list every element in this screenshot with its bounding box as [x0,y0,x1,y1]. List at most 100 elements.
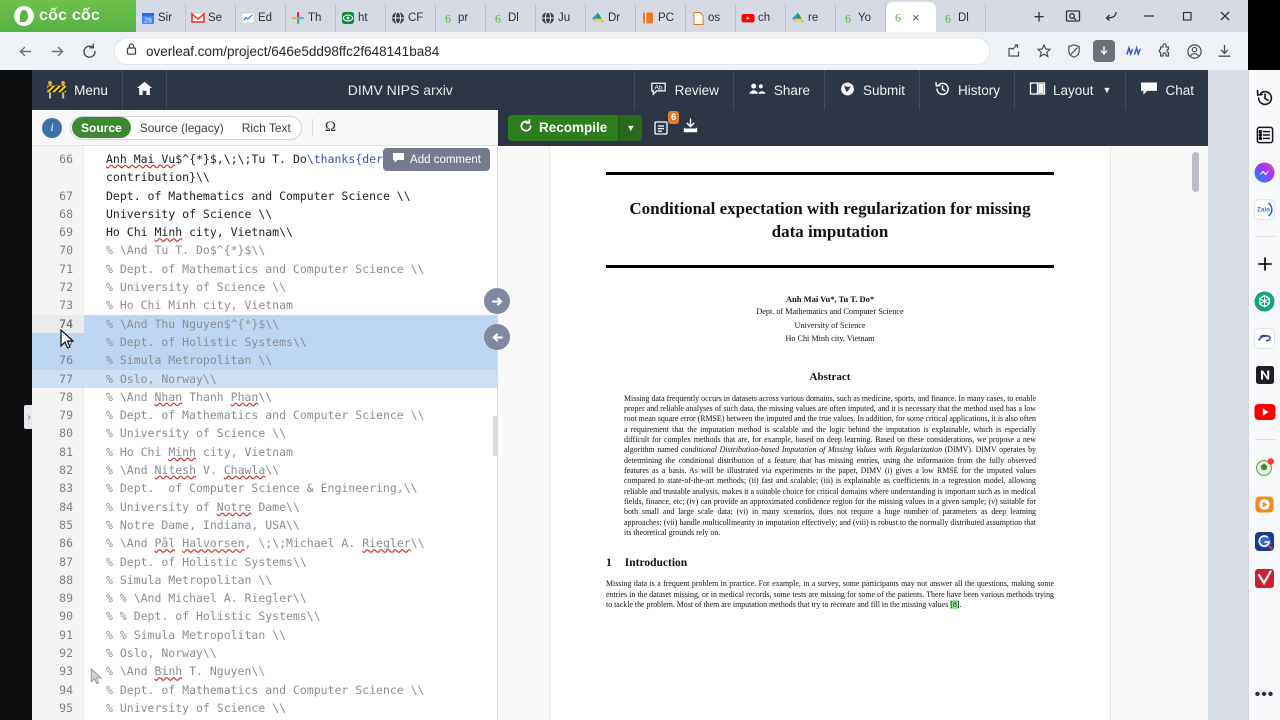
add-app-icon[interactable] [1253,252,1277,276]
profile-icon[interactable] [1180,36,1208,66]
recompile-main[interactable]: Recompile [508,114,619,141]
add-comment-tooltip[interactable]: Add comment [383,148,490,171]
recompile-button[interactable]: Recompile ▼ [508,114,643,141]
action-share-button[interactable]: Share [732,70,824,110]
code-line[interactable]: 77 % Oslo, Norway\\ [32,369,497,388]
code-line[interactable]: contribution}\\ [32,168,497,186]
pdf-scrollbar[interactable] [1192,152,1199,192]
shield-icon[interactable] [1060,36,1088,66]
code-editor[interactable]: 66 Anh Mai Vu$^{*}$,\;\;Tu T. Do\thanks{d… [32,146,498,720]
browser-tab[interactable]: CF [386,4,436,32]
browser-tab[interactable]: PC [636,4,686,32]
maximize-button[interactable] [1168,1,1206,31]
action-chat-button[interactable]: Chat [1125,70,1208,110]
reload-icon[interactable] [74,36,104,66]
action-history-button[interactable]: History [918,70,1014,110]
game-icon[interactable] [1253,529,1277,553]
browser-tab[interactable]: Se [186,4,236,32]
browser-tab[interactable]: 6 pr [436,4,486,32]
code-line[interactable]: 76 % Simula Metropolitan \\ [32,351,497,370]
code-line[interactable]: 91 % % Simula Metropolitan \\ [32,626,497,644]
code-line[interactable]: 82 % \And Nitesh V. Chawla\\ [32,461,497,479]
action-layout-button[interactable]: Layout ▼ [1014,70,1125,110]
browser-tab[interactable]: ht [336,4,386,32]
code-line[interactable]: 87 % Dept. of Holistic Systems\\ [32,553,497,571]
action-review-button[interactable]: Ab Review [633,70,733,110]
code-line[interactable]: 74 % \And Thu Nguyen$^{*}$\\ [32,314,497,333]
code-line[interactable]: 83 % Dept. of Computer Science & Engineer… [32,479,497,497]
football-icon[interactable] [1253,455,1277,479]
back-arrow-icon[interactable] [1092,1,1130,31]
minimize-button[interactable] [1130,1,1168,31]
history-icon[interactable] [1253,86,1277,110]
star-icon[interactable] [1030,36,1058,66]
scroll-to-code-button[interactable] [484,324,510,350]
symbol-palette-button[interactable]: Ω [311,119,342,136]
checkmark-app-icon[interactable] [1253,566,1277,590]
close-tab-button[interactable]: × [912,10,920,25]
new-tab-button[interactable]: + [1024,4,1054,32]
home-button[interactable] [123,70,167,110]
browser-tab[interactable]: 6 × [886,2,936,32]
recompile-dropdown[interactable]: ▼ [618,114,643,141]
action-submit-button[interactable]: Submit [823,70,919,110]
code-line[interactable]: 72 % University of Science \\ [32,278,497,296]
browser-tab[interactable]: Ju [536,4,586,32]
zalo-icon[interactable]: Zalo [1253,197,1277,221]
forward-icon[interactable] [42,36,72,66]
info-icon[interactable]: i [42,117,62,138]
back-icon[interactable] [10,36,40,66]
activity-icon[interactable] [1120,36,1148,66]
mode-source[interactable]: Source [72,117,131,138]
code-line[interactable]: 80 % University of Science \\ [32,424,497,442]
code-line[interactable]: 70 % \And Tu T. Do$^{*}$\\ [32,241,497,259]
downloads-tray-icon[interactable] [1210,36,1238,66]
close-window-button[interactable] [1206,1,1244,31]
browser-tab[interactable]: Th [286,4,336,32]
code-line[interactable]: 89 % % \And Michael A. Riegler\\ [32,589,497,607]
messenger-icon[interactable] [1253,160,1277,184]
code-line[interactable]: 90 % % Dept. of Holistic Systems\\ [32,607,497,625]
browser-tab[interactable]: Dr [586,4,636,32]
scroll-to-pdf-button[interactable] [484,288,510,314]
browser-tab[interactable]: 6 Dl [486,4,536,32]
chatgpt-icon[interactable] [1253,289,1277,313]
browser-tab[interactable]: os [686,4,736,32]
code-line[interactable]: 95 % University of Science \\ [32,699,497,717]
code-line[interactable]: 81 % Ho Chi Minh city, Vietnam [32,443,497,461]
extensions-icon[interactable] [1150,36,1178,66]
tab-search-icon[interactable] [1054,1,1092,31]
code-line[interactable]: 85 % Notre Dame, Indiana, USA\\ [32,516,497,534]
browser-tab[interactable]: ch [736,4,786,32]
compile-logs-button[interactable]: 6 [652,111,680,137]
reading-list-icon[interactable] [1253,123,1277,147]
code-line[interactable]: 71 % Dept. of Mathematics and Computer Sc… [32,260,497,278]
browser-tab[interactable]: re [786,4,836,32]
mode-source-legacy[interactable]: Source (legacy) [131,117,233,138]
notion-icon[interactable] [1253,363,1277,387]
browser-tab[interactable]: 6 Yo [836,4,886,32]
pdf-preview[interactable]: Conditional expectation with regularizat… [498,146,1208,720]
code-line[interactable]: 86 % \And Pål Halvorsen, \;\;Michael A. R… [32,534,497,552]
code-line[interactable]: 78 % \And Nhan Thanh Phan\\ [32,388,497,406]
code-line[interactable]: 88 % Simula Metropolitan \\ [32,571,497,589]
code-line[interactable]: 92 % Oslo, Norway\\ [32,644,497,662]
browser-tab[interactable]: 26 Sir [136,4,186,32]
download-pdf-button[interactable] [681,116,700,140]
code-lines[interactable]: 66 Anh Mai Vu$^{*}$,\;\;Tu T. Do\thanks{d… [32,146,497,720]
code-line[interactable]: 73 % Ho Chi Minh city, Vietnam [32,296,497,314]
code-line[interactable]: 79 % Dept. of Mathematics and Computer Sc… [32,406,497,424]
browser-tab[interactable]: Ed [236,4,286,32]
youtube-icon[interactable] [1253,400,1277,424]
video-player-icon[interactable] [1253,492,1277,516]
download-icon[interactable] [1090,36,1118,66]
code-line[interactable]: 67 Dept. of Mathematics and Computer Scie… [32,187,497,205]
code-line[interactable]: 75 % Dept. of Holistic Systems\\ [32,332,497,352]
code-line[interactable]: 69 Ho Chi Minh city, Vietnam\\ [32,223,497,241]
menu-button[interactable]: 🚧 Menu [32,70,123,110]
address-bar[interactable]: overleaf.com/project/646e5dd98ffc2f64814… [114,37,990,65]
rail-more-button[interactable]: ••• [1255,686,1275,704]
disney-icon[interactable] [1253,326,1277,350]
code-line[interactable]: 68 University of Science \\ [32,205,497,223]
mode-rich-text[interactable]: Rich Text [233,117,300,138]
